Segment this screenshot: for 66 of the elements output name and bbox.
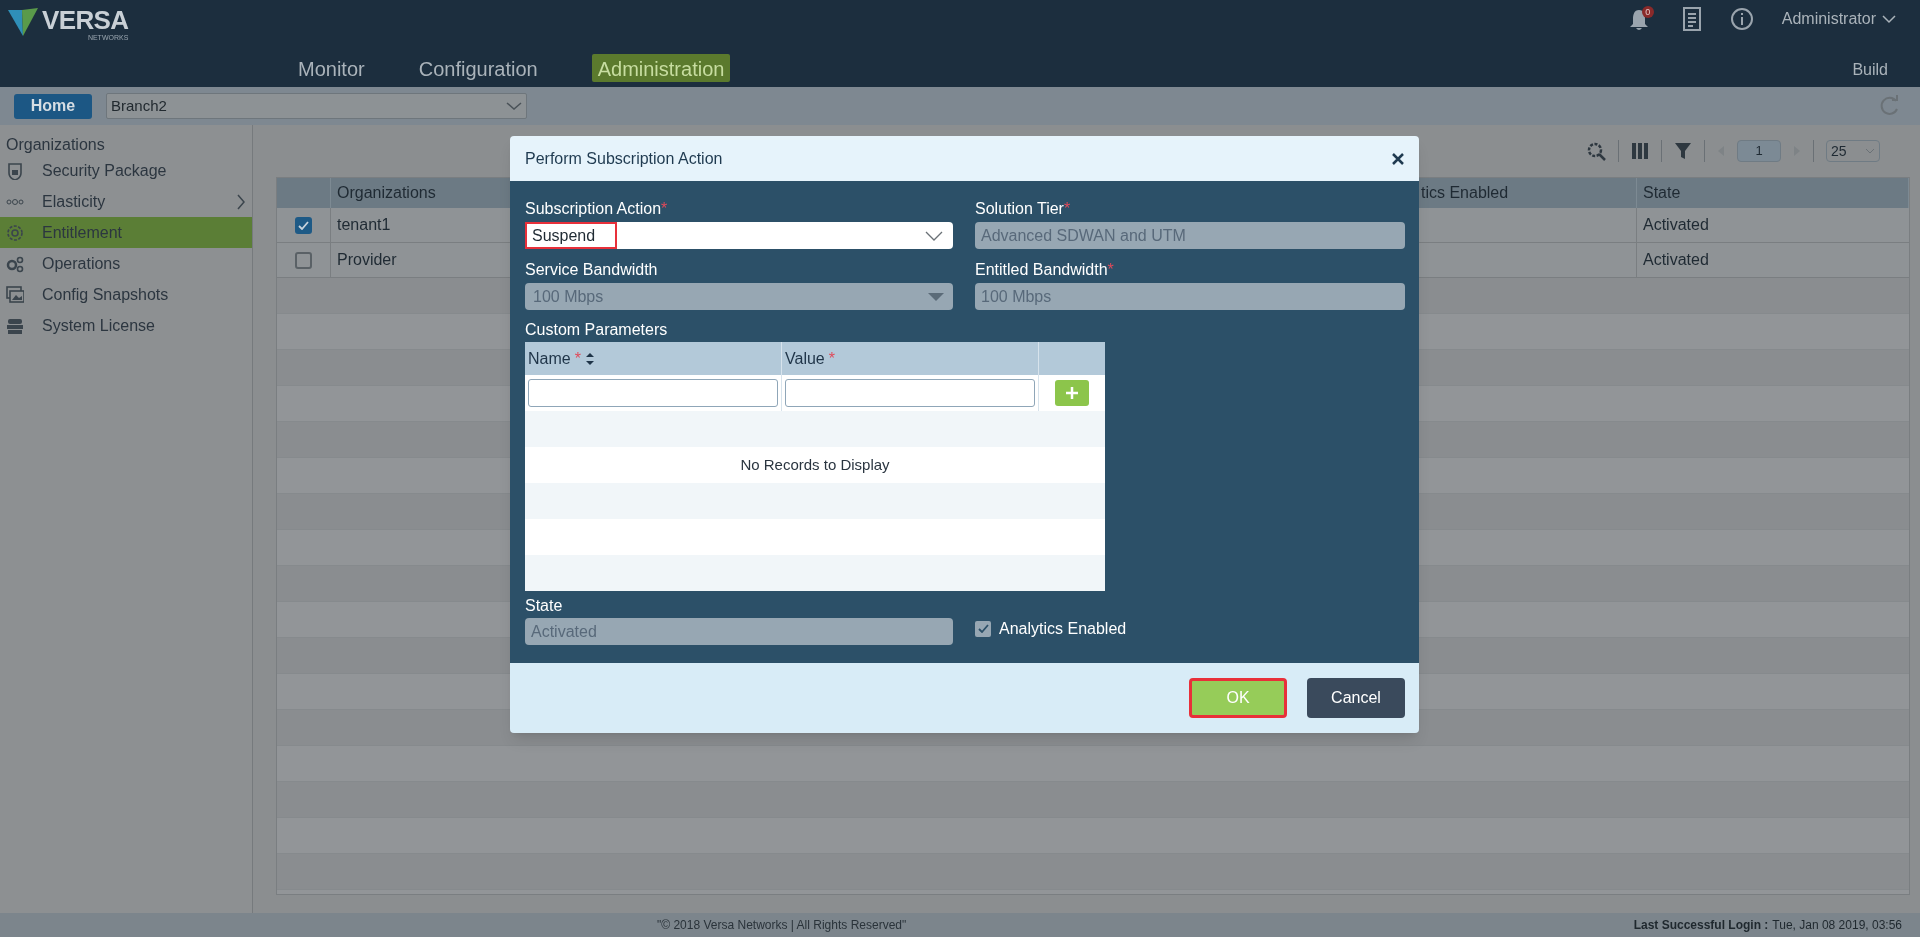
- images-icon: [6, 285, 24, 304]
- page-number-field[interactable]: 1: [1737, 140, 1781, 162]
- highlight-frame: Suspend: [525, 222, 618, 249]
- add-button[interactable]: [1055, 380, 1089, 406]
- check-icon: [977, 624, 989, 633]
- column-header[interactable]: Value *: [782, 342, 1039, 375]
- stack-icon: [6, 316, 24, 335]
- empty-message: No Records to Display: [740, 454, 890, 475]
- row-checkbox[interactable]: [295, 216, 312, 234]
- search-settings-icon[interactable]: [1586, 141, 1606, 161]
- chevron-down-icon: [1882, 14, 1896, 24]
- sidebar-heading: Organizations: [5, 135, 106, 155]
- close-icon[interactable]: [1391, 151, 1405, 166]
- chevron-down-icon: [925, 230, 943, 241]
- field-label: State: [525, 596, 564, 616]
- home-button[interactable]: Home: [14, 93, 92, 119]
- section-label: Custom Parameters: [525, 320, 669, 340]
- field-label: Service Bandwidth: [525, 260, 659, 280]
- readonly-field: Advanced SDWAN and UTM: [975, 222, 1405, 249]
- document-icon[interactable]: [1681, 7, 1702, 31]
- chevron-down-icon: [1865, 148, 1875, 154]
- readonly-field: 100 Mbps: [975, 283, 1405, 310]
- info-icon[interactable]: [1729, 7, 1754, 31]
- logo-text: VERSA: [42, 6, 129, 34]
- field-label: Entitled Bandwidth*: [975, 260, 1115, 280]
- notification-count: 0: [1641, 6, 1654, 18]
- notification-button[interactable]: 0: [1627, 6, 1654, 32]
- checkbox-label: Analytics Enabled: [999, 618, 1127, 639]
- column-header[interactable]: Name *: [525, 342, 782, 375]
- gears-icon: [6, 254, 24, 273]
- dialog-title: Perform Subscription Action: [525, 148, 723, 169]
- check-icon: [298, 220, 309, 230]
- cancel-button[interactable]: Cancel: [1307, 678, 1405, 718]
- columns-icon[interactable]: [1631, 142, 1649, 160]
- table-cell-text: Activated: [1642, 250, 1710, 270]
- action-select[interactable]: Suspend: [525, 222, 953, 249]
- sidebar-item[interactable]: Operations: [0, 248, 252, 279]
- user-menu[interactable]: Administrator: [1781, 7, 1896, 31]
- build-link[interactable]: Build: [1852, 58, 1888, 82]
- filter-icon[interactable]: [1674, 142, 1692, 160]
- page-size-select[interactable]: 25: [1826, 140, 1880, 162]
- sidebar-item[interactable]: Entitlement: [0, 217, 252, 248]
- table-cell-text: Activated: [1642, 215, 1710, 235]
- nav-tab[interactable]: Configuration: [418, 54, 538, 82]
- sidebar-item[interactable]: Config Snapshots: [0, 279, 252, 310]
- analytics-checkbox[interactable]: [975, 620, 991, 637]
- appliance-select[interactable]: Branch2: [106, 93, 527, 119]
- sidebar-item[interactable]: System License: [0, 310, 252, 341]
- input-field[interactable]: [528, 379, 778, 407]
- nodes-icon: [6, 198, 24, 205]
- nav-tab[interactable]: Administration: [591, 54, 731, 82]
- caret-down-icon: [927, 291, 945, 302]
- input-field[interactable]: [785, 379, 1035, 407]
- chevron-down-icon: [506, 101, 522, 111]
- gear-icon: [6, 223, 24, 242]
- plus-icon: [1065, 386, 1079, 400]
- sidebar-item[interactable]: Security Package: [0, 155, 252, 186]
- chevron-right-icon: [236, 193, 246, 210]
- copyright-text: "© 2018 Versa Networks | All Rights Reserved": [657, 917, 907, 934]
- nav-tab[interactable]: Monitor: [298, 54, 365, 82]
- last-login-value: Tue, Jan 08 2019, 03:56: [1772, 917, 1902, 934]
- row-checkbox[interactable]: [295, 251, 312, 269]
- readonly-field: Activated: [525, 618, 953, 645]
- last-login-label: Last Successful Login :: [1633, 917, 1769, 934]
- sidebar-item[interactable]: Elasticity: [0, 186, 252, 217]
- shield-icon: [6, 161, 24, 180]
